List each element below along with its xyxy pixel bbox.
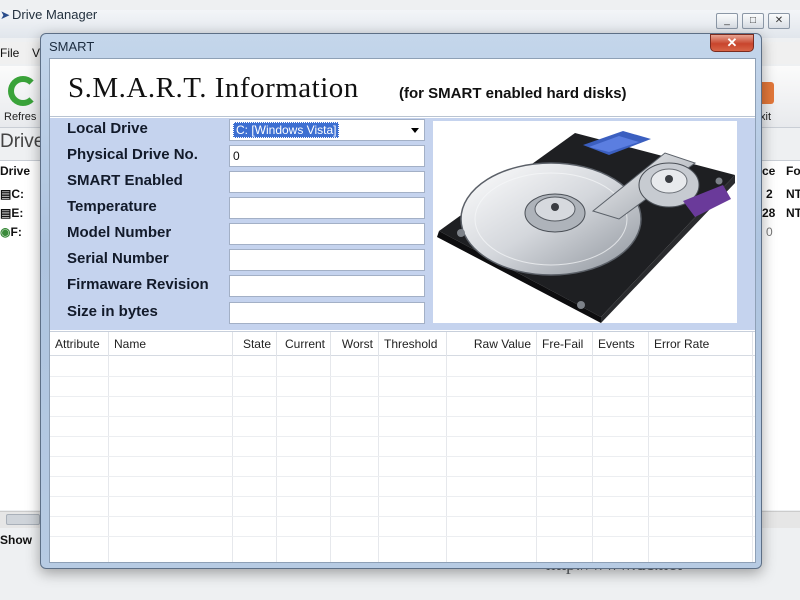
grid-column <box>277 356 331 562</box>
grid-row-line <box>50 376 755 377</box>
grid-column <box>331 356 379 562</box>
grid-column <box>233 356 277 562</box>
scrollbar-thumb[interactable] <box>6 514 40 525</box>
drive-row-label: C: <box>11 187 25 201</box>
column-header-pre-fail[interactable]: Fre-Fail <box>537 332 593 356</box>
physical-drive-label: Physical Drive No. <box>67 146 198 163</box>
serial-number-field[interactable] <box>229 249 425 271</box>
column-header-name[interactable]: Name <box>109 332 233 356</box>
menu-file[interactable]: File <box>0 46 19 60</box>
column-header-worst[interactable]: Worst <box>331 332 379 356</box>
drive-cell: NT <box>786 187 800 201</box>
dialog-close-button[interactable]: ✕ <box>710 34 754 52</box>
drive-row-f[interactable]: ◉F: <box>0 225 22 239</box>
physical-drive-field[interactable]: 0 <box>229 145 425 167</box>
drive-column-header[interactable]: Drive <box>0 164 30 178</box>
drive-cell: 0 <box>766 225 773 239</box>
disk-icon: ▤ <box>0 206 12 220</box>
smart-attributes-grid[interactable]: Attribute Name State Current Worst Thres… <box>50 331 755 562</box>
column-header-threshold[interactable]: Threshold <box>379 332 447 356</box>
grid-row-line <box>50 416 755 417</box>
show-label: Show <box>0 533 32 547</box>
firmware-revision-label: Firmaware Revision <box>67 276 209 293</box>
drives-heading: Drive <box>0 131 45 152</box>
grid-column <box>50 356 109 562</box>
firmware-revision-field[interactable] <box>229 275 425 297</box>
smart-dialog: SMART ✕ S.M.A.R.T. Information (for SMAR… <box>40 33 762 569</box>
menu-view[interactable]: V <box>32 46 40 60</box>
chevron-down-icon[interactable] <box>411 128 419 133</box>
column-header-raw-value[interactable]: Raw Value <box>447 332 537 356</box>
grid-column <box>379 356 447 562</box>
drive-row-c[interactable]: ▤C: <box>0 187 24 201</box>
grid-row-line <box>50 436 755 437</box>
local-drive-value: C: [Windows Vista] <box>233 122 340 138</box>
column-header-error-rate[interactable]: Error Rate <box>649 332 753 356</box>
column-header-a[interactable]: ce <box>762 164 775 178</box>
dialog-title: SMART <box>49 39 95 54</box>
grid-row-line <box>50 496 755 497</box>
app-icon: ➤ <box>0 8 11 22</box>
refresh-button-label[interactable]: Refres <box>4 111 36 123</box>
grid-row-line <box>50 456 755 457</box>
page-title: S.M.A.R.T. Information <box>68 72 359 104</box>
column-header-events[interactable]: Events <box>593 332 649 356</box>
size-in-bytes-field[interactable] <box>229 302 425 324</box>
maximize-button[interactable]: □ <box>742 13 764 29</box>
column-header-b[interactable]: Fo <box>786 164 800 178</box>
drive-info-panel: Local Drive C: [Windows Vista] Physical … <box>50 118 755 330</box>
local-drive-label: Local Drive <box>67 120 148 137</box>
temperature-field[interactable] <box>229 197 425 219</box>
column-header-attribute[interactable]: Attribute <box>50 332 109 356</box>
drive-cell: 28 <box>762 206 776 220</box>
drive-row-label: E: <box>11 206 24 220</box>
drive-row-label: F: <box>10 225 22 239</box>
serial-number-label: Serial Number <box>67 250 169 267</box>
dialog-header: S.M.A.R.T. Information (for SMART enable… <box>50 59 755 117</box>
grid-row-line <box>50 396 755 397</box>
usb-disk-icon: ◉ <box>0 225 11 239</box>
grid-column <box>593 356 649 562</box>
page-subtitle: (for SMART enabled hard disks) <box>399 85 627 102</box>
grid-column <box>649 356 753 562</box>
disk-icon: ▤ <box>0 187 12 201</box>
smart-enabled-field[interactable] <box>229 171 425 193</box>
refresh-icon[interactable] <box>8 76 38 106</box>
minimize-button[interactable]: _ <box>716 13 738 29</box>
model-number-field[interactable] <box>229 223 425 245</box>
hard-disk-icon <box>437 131 735 323</box>
close-button[interactable]: ✕ <box>768 13 790 29</box>
size-in-bytes-label: Size in bytes <box>67 303 158 320</box>
drive-manager-title: Drive Manager <box>12 7 98 22</box>
grid-column <box>447 356 537 562</box>
temperature-label: Temperature <box>67 198 157 215</box>
smart-enabled-label: SMART Enabled <box>67 172 183 189</box>
drive-row-e[interactable]: ▤E: <box>0 206 23 220</box>
column-header-current[interactable]: Current <box>277 332 331 356</box>
grid-column <box>109 356 233 562</box>
grid-row-line <box>50 476 755 477</box>
hard-disk-image <box>433 121 737 323</box>
grid-column <box>537 356 593 562</box>
grid-header-row: Attribute Name State Current Worst Thres… <box>50 332 755 356</box>
grid-row-line <box>50 536 755 537</box>
grid-row-line <box>50 516 755 517</box>
local-drive-combo[interactable]: C: [Windows Vista] <box>229 119 425 141</box>
column-header-state[interactable]: State <box>233 332 277 356</box>
drive-cell: NT <box>786 206 800 220</box>
model-number-label: Model Number <box>67 224 172 241</box>
drive-cell: 2 <box>766 187 773 201</box>
dialog-client-area: S.M.A.R.T. Information (for SMART enable… <box>49 58 756 563</box>
